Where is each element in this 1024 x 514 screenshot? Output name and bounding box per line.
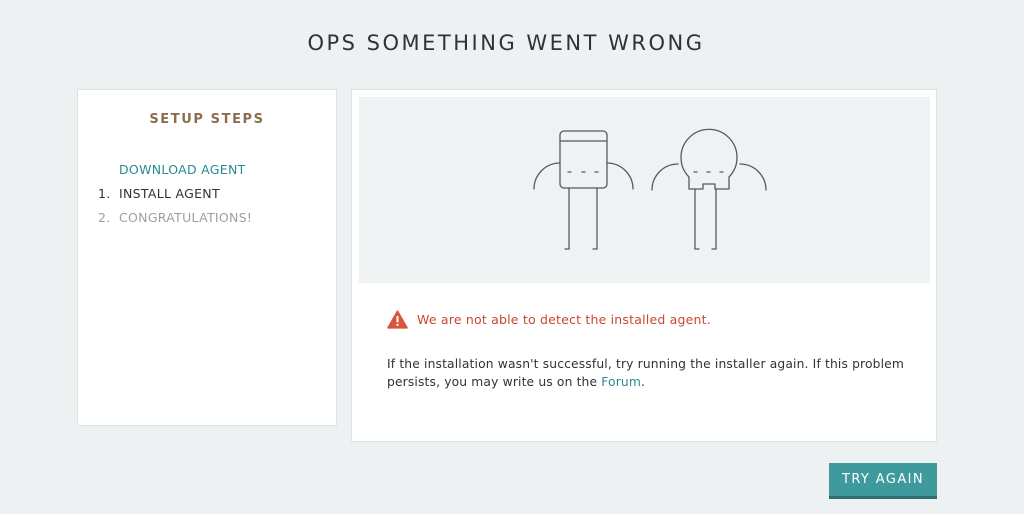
error-message-row: We are not able to detect the installed … [387, 310, 711, 329]
step-label: CONGRATULATIONS! [119, 210, 253, 225]
step-congratulations: 2. CONGRATULATIONS! [98, 210, 252, 225]
help-text-end: . [641, 375, 646, 389]
step-install-agent: 1. INSTALL AGENT [98, 186, 220, 201]
robot-figure [533, 130, 634, 250]
step-number [98, 162, 119, 177]
sad-figures-icon [533, 128, 767, 250]
step-download-agent[interactable]: DOWNLOAD AGENT [98, 162, 246, 177]
setup-steps-panel: SETUP STEPS DOWNLOAD AGENT 1. INSTALL AG… [77, 89, 337, 426]
error-illustration [359, 97, 930, 283]
main-panel: We are not able to detect the installed … [351, 89, 937, 442]
setup-steps-title: SETUP STEPS [149, 112, 265, 127]
page-title: OPS SOMETHING WENT WRONG [307, 31, 705, 55]
forum-link[interactable]: Forum [601, 375, 641, 389]
skull-figure [651, 128, 767, 250]
help-text-body: If the installation wasn't successful, t… [387, 357, 905, 389]
step-label: DOWNLOAD AGENT [119, 162, 246, 177]
try-again-button[interactable]: TRY AGAIN [829, 463, 937, 499]
step-number: 2. [98, 210, 111, 225]
step-label: INSTALL AGENT [119, 186, 220, 201]
help-text: If the installation wasn't successful, t… [387, 355, 907, 391]
step-number: 1. [98, 186, 111, 201]
warning-triangle-icon [387, 310, 408, 329]
error-message: We are not able to detect the installed … [417, 312, 711, 327]
